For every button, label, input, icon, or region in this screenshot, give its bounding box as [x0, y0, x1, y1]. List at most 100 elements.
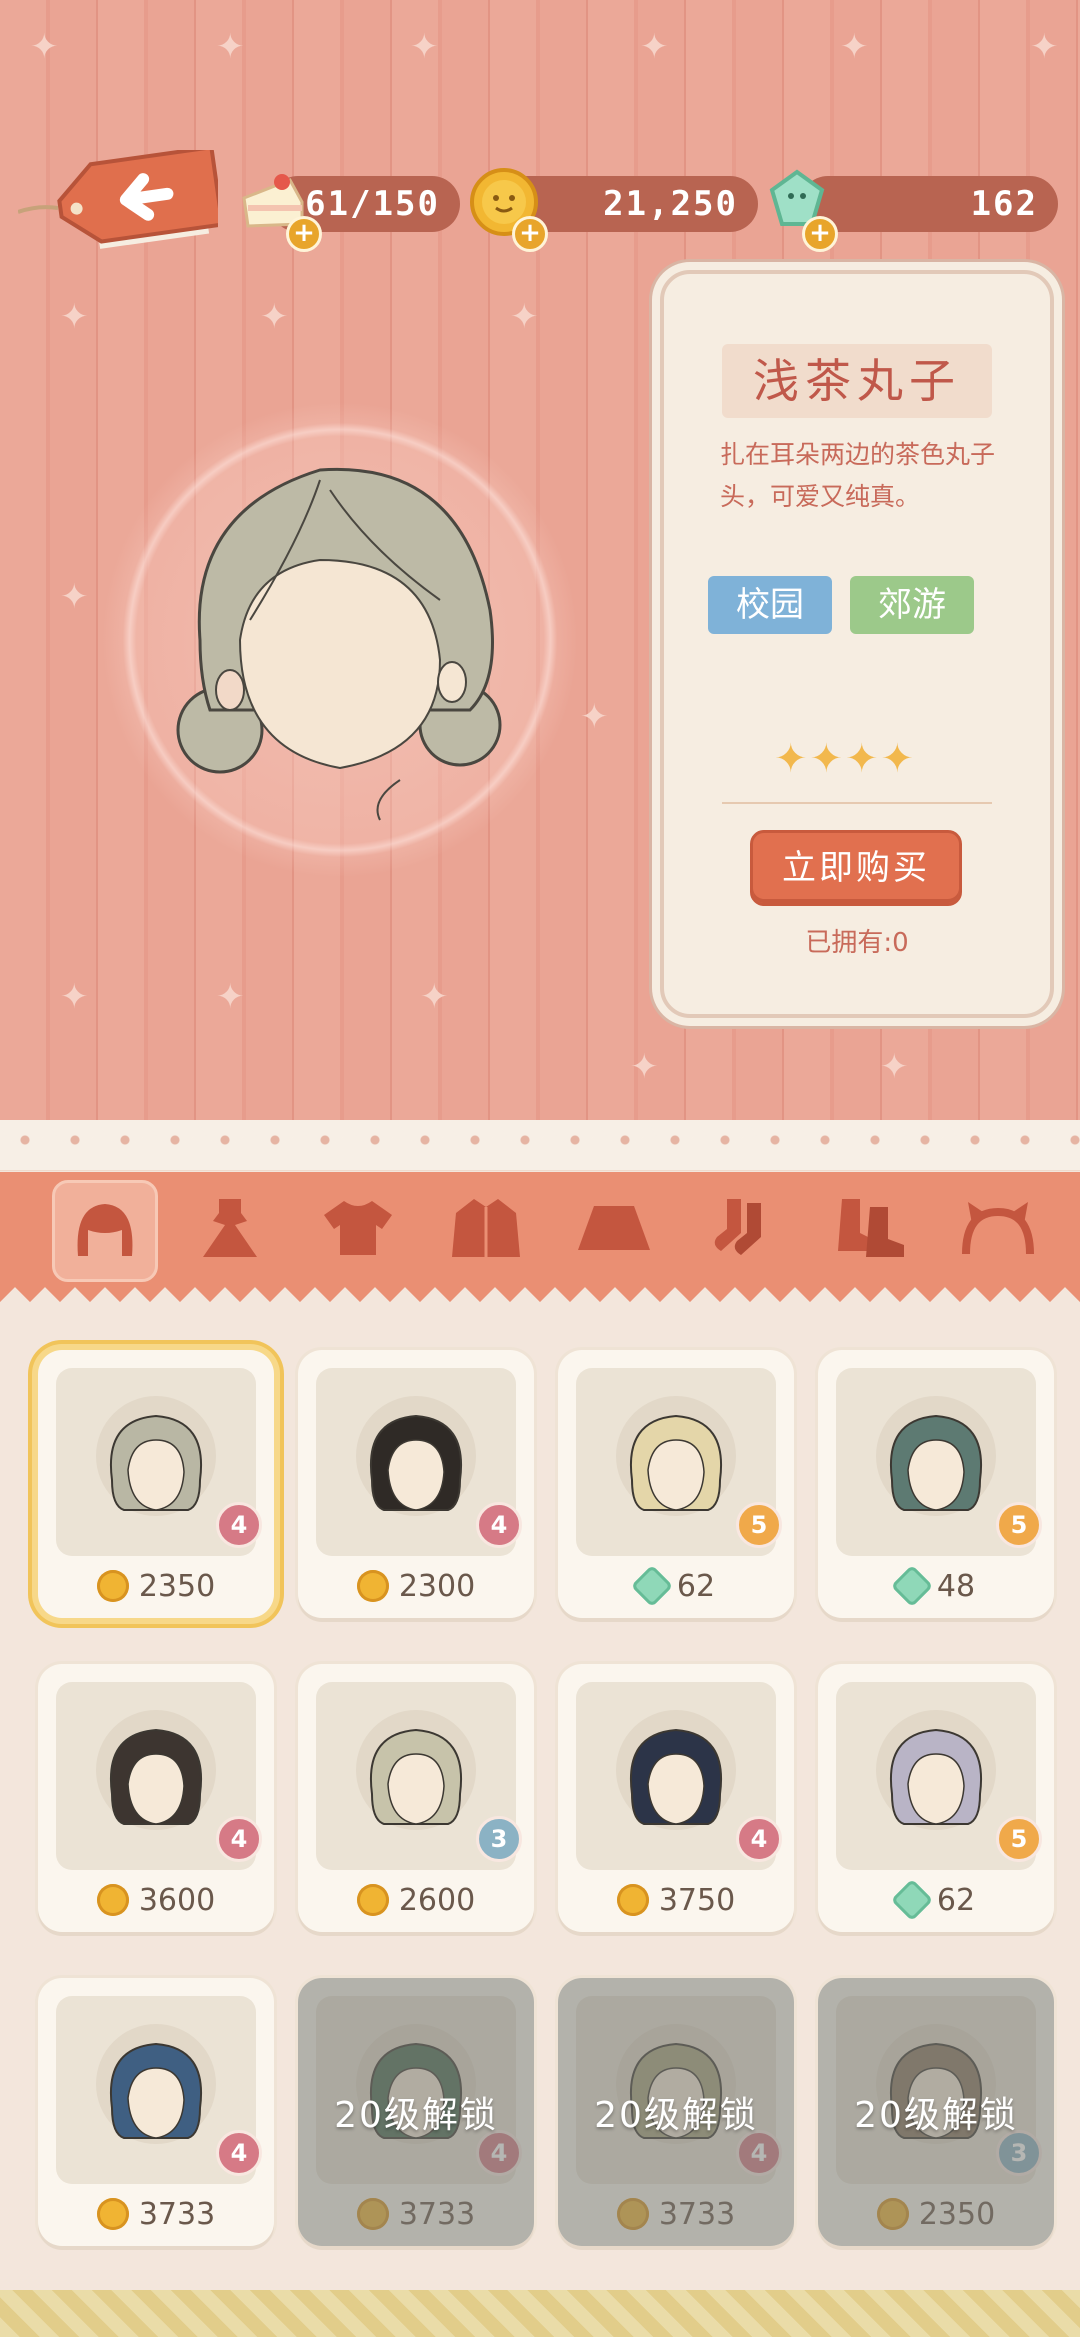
item-price: 48	[818, 1564, 1054, 1608]
hairstyle-item-card[interactable]: 4 2350	[38, 1350, 274, 1618]
coat-category-icon	[452, 1199, 520, 1257]
hairstyle-item-card[interactable]: 4 3750	[558, 1664, 794, 1932]
hairstyle-item-card[interactable]: 3 2600	[298, 1664, 534, 1932]
hairstyle-icon	[890, 1728, 982, 1825]
item-price: 3733	[38, 2192, 274, 2236]
category-tab-shoes[interactable]	[820, 1180, 920, 1276]
item-price: 2600	[298, 1878, 534, 1922]
sparkle-decoration: ✦	[260, 297, 289, 337]
category-bar-edge	[0, 1284, 1080, 1308]
hairstyle-item-card[interactable]: 4 3600	[38, 1664, 274, 1932]
rarity-badge: 4	[216, 1502, 262, 1548]
sparkle-decoration: ✦	[580, 697, 609, 737]
coin-icon	[356, 1570, 389, 1602]
item-price: 62	[558, 1564, 794, 1608]
sparkle-decoration: ✦	[1030, 27, 1059, 67]
rarity-badge: 4	[736, 1816, 782, 1862]
coin-icon	[616, 1884, 649, 1916]
gem-icon	[890, 1878, 934, 1922]
shirt-category-icon	[324, 1201, 392, 1255]
category-tab-dress[interactable]	[180, 1180, 280, 1276]
item-price: 2300	[298, 1564, 534, 1608]
add-gems-button[interactable]: +	[802, 216, 838, 252]
coin-icon	[96, 2198, 129, 2230]
preview-hairstyle	[176, 467, 502, 821]
unlock-level-label: 20级解锁	[594, 2095, 758, 2136]
hairstyle-item-card[interactable]: 5 62	[558, 1350, 794, 1618]
tag-chip: 校园	[708, 576, 832, 634]
sparkle-decoration: ✦	[30, 27, 59, 67]
price-value: 2350	[138, 1568, 216, 1604]
sparkle-decoration: ✦	[60, 297, 89, 337]
hairstyle-item-card[interactable]: 5 62	[818, 1664, 1054, 1932]
sparkle-decoration: ✦	[60, 977, 89, 1017]
coin-icon	[356, 1884, 389, 1916]
hairstyle-icon	[630, 1728, 722, 1825]
add-coins-button[interactable]: +	[512, 216, 548, 252]
coin-value: 21,250	[603, 184, 738, 224]
price-value: 48	[936, 1568, 976, 1604]
category-tab-hair[interactable]	[52, 1180, 158, 1282]
price-value: 62	[936, 1882, 976, 1918]
hairstyle-item-card[interactable]: 4 2300	[298, 1350, 534, 1618]
back-arrow-icon	[17, 145, 225, 249]
item-detail-card: 浅茶丸子 扎在耳朵两边的茶色丸子头，可爱又纯真。 校园 郊游 ✦✦✦✦ 立即购买…	[660, 270, 1054, 1018]
stamina-value: 61/150	[305, 184, 440, 224]
hairstyle-icon	[110, 2042, 202, 2139]
rarity-badge: 3	[476, 1816, 522, 1862]
rarity-badge: 4	[216, 2130, 262, 2176]
hairstyle-item-card[interactable]: 4373320级解锁	[558, 1978, 794, 2246]
gem-counter: 162	[800, 176, 1058, 232]
price-value: 3733	[138, 2196, 216, 2232]
back-button[interactable]	[17, 145, 225, 250]
rarity-badge: 5	[996, 1502, 1042, 1548]
add-stamina-button[interactable]: +	[286, 216, 322, 252]
sparkle-decoration: ✦	[216, 977, 245, 1017]
category-tab-skirt[interactable]	[564, 1180, 664, 1276]
unlock-level-label: 20级解锁	[854, 2095, 1018, 2136]
category-tab-coat[interactable]	[436, 1180, 536, 1276]
skirt-category-icon	[578, 1206, 650, 1250]
sparkle-decoration: ✦	[640, 27, 669, 67]
category-tab-top[interactable]	[308, 1180, 408, 1276]
hairstyle-icon	[110, 1414, 202, 1511]
item-price: 62	[818, 1878, 1054, 1922]
category-tab-socks[interactable]	[692, 1180, 792, 1276]
hairstyle-icon	[370, 1414, 462, 1511]
price-value: 2600	[398, 1882, 476, 1918]
bottom-decoration	[0, 2290, 1080, 2337]
hairstyle-icon	[110, 1728, 202, 1825]
coin-icon	[96, 1884, 129, 1916]
item-price: 3750	[558, 1878, 794, 1922]
owned-count: 已拥有:0	[805, 928, 909, 958]
buy-now-button[interactable]: 立即购买	[750, 830, 962, 906]
tag-chip: 郊游	[850, 576, 974, 634]
hairstyle-icon	[630, 1414, 722, 1511]
price-value: 3600	[138, 1882, 216, 1918]
gem-icon	[890, 1564, 934, 1608]
item-price: 3600	[38, 1878, 274, 1922]
hair-category-icon	[77, 1204, 133, 1256]
boots-category-icon	[838, 1199, 904, 1257]
price-value: 3750	[658, 1882, 736, 1918]
dress-category-icon	[203, 1199, 257, 1257]
rarity-badge: 4	[476, 1502, 522, 1548]
unlock-level-label: 20级解锁	[334, 2095, 498, 2136]
item-price: 2350	[38, 1564, 274, 1608]
hairstyle-icon	[890, 1414, 982, 1511]
sparkle-decoration: ✦	[216, 27, 245, 67]
hairstyle-item-card[interactable]: 5 48	[818, 1350, 1054, 1618]
item-description: 扎在耳朵两边的茶色丸子头，可爱又纯真。	[720, 440, 996, 511]
item-name: 浅茶丸子	[722, 344, 992, 418]
hairstyle-item-card[interactable]: 4 3733	[38, 1978, 274, 2246]
coin-icon	[96, 1570, 129, 1602]
sparkle-decoration: ✦	[420, 977, 449, 1017]
hairstyle-item-card[interactable]: 4373320级解锁	[298, 1978, 534, 2246]
category-tab-accessory[interactable]	[948, 1180, 1048, 1276]
divider	[722, 802, 992, 804]
hairstyle-item-card[interactable]: 3235020级解锁	[818, 1978, 1054, 2246]
rarity-badge: 5	[996, 1816, 1042, 1862]
price-value: 2300	[398, 1568, 476, 1604]
rarity-stars: ✦✦✦✦	[774, 736, 917, 782]
sparkle-decoration: ✦	[630, 1047, 659, 1087]
